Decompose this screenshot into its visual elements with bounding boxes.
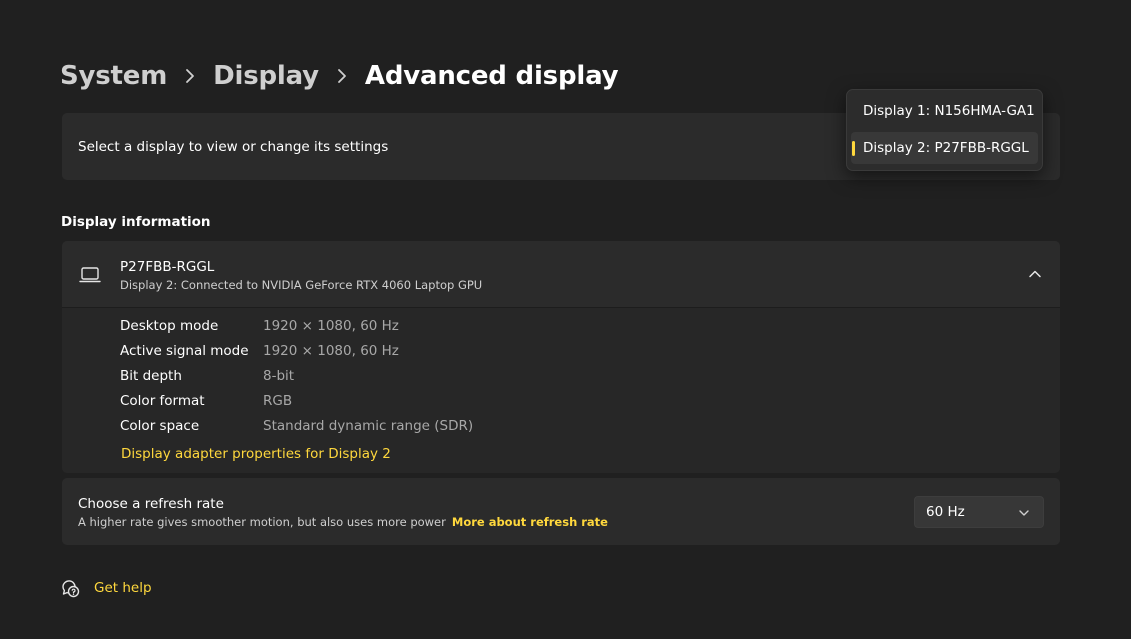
info-key-desktop-mode: Desktop mode <box>120 318 219 334</box>
refresh-rate-card: Choose a refresh rate A higher rate give… <box>62 478 1060 545</box>
display-information-card: P27FBB-RGGL Display 2: Connected to NVID… <box>62 241 1060 473</box>
refresh-rate-value: 60 Hz <box>926 504 965 520</box>
refresh-rate-select[interactable]: 60 Hz <box>914 496 1044 528</box>
display-adapter-properties-link[interactable]: Display adapter properties for Display 2 <box>121 446 391 462</box>
display-option-1[interactable]: Display 1: N156HMA-GA1 <box>851 95 1038 127</box>
info-key-active-signal-mode: Active signal mode <box>120 343 249 359</box>
get-help-link[interactable]: Get help <box>60 578 152 598</box>
display-option-1-label: Display 1: N156HMA-GA1 <box>863 103 1035 119</box>
info-value-active-signal-mode: 1920 × 1080, 60 Hz <box>263 343 399 359</box>
chevron-right-icon <box>331 65 353 87</box>
refresh-rate-description: A higher rate gives smoother motion, but… <box>78 515 608 529</box>
breadcrumb: System Display Advanced display <box>60 56 619 96</box>
info-key-color-space: Color space <box>120 418 200 434</box>
refresh-rate-subtitle: A higher rate gives smoother motion, but… <box>78 515 446 529</box>
info-value-desktop-mode: 1920 × 1080, 60 Hz <box>263 318 399 334</box>
select-display-label: Select a display to view or change its s… <box>78 139 389 155</box>
info-key-color-format: Color format <box>120 393 205 409</box>
display-information-header[interactable]: P27FBB-RGGL Display 2: Connected to NVID… <box>62 241 1060 308</box>
chevron-up-icon[interactable] <box>1024 263 1046 285</box>
selection-indicator <box>852 141 855 156</box>
info-value-color-format: RGB <box>263 393 293 409</box>
page-title: Advanced display <box>364 61 619 91</box>
settings-page: System Display Advanced display Select a… <box>0 0 1131 639</box>
laptop-icon <box>79 266 101 284</box>
section-title-display-information: Display information <box>61 214 211 230</box>
refresh-rate-title: Choose a refresh rate <box>78 496 224 512</box>
breadcrumb-display[interactable]: Display <box>213 61 319 91</box>
chevron-right-icon <box>179 65 201 87</box>
breadcrumb-system[interactable]: System <box>60 61 167 91</box>
info-value-bit-depth: 8-bit <box>263 368 295 384</box>
display-select-flyout: Display 1: N156HMA-GA1 Display 2: P27FBB… <box>846 89 1043 171</box>
chevron-down-icon <box>1017 506 1031 520</box>
help-chat-icon <box>60 578 80 598</box>
display-connection: Display 2: Connected to NVIDIA GeForce R… <box>120 278 483 292</box>
display-option-2-label: Display 2: P27FBB-RGGL <box>863 140 1029 156</box>
display-option-2[interactable]: Display 2: P27FBB-RGGL <box>851 132 1038 164</box>
info-value-color-space: Standard dynamic range (SDR) <box>263 418 474 434</box>
info-key-bit-depth: Bit depth <box>120 368 182 384</box>
display-name: P27FBB-RGGL <box>120 259 215 275</box>
get-help-label: Get help <box>94 580 152 596</box>
more-about-refresh-rate-link[interactable]: More about refresh rate <box>452 515 608 529</box>
